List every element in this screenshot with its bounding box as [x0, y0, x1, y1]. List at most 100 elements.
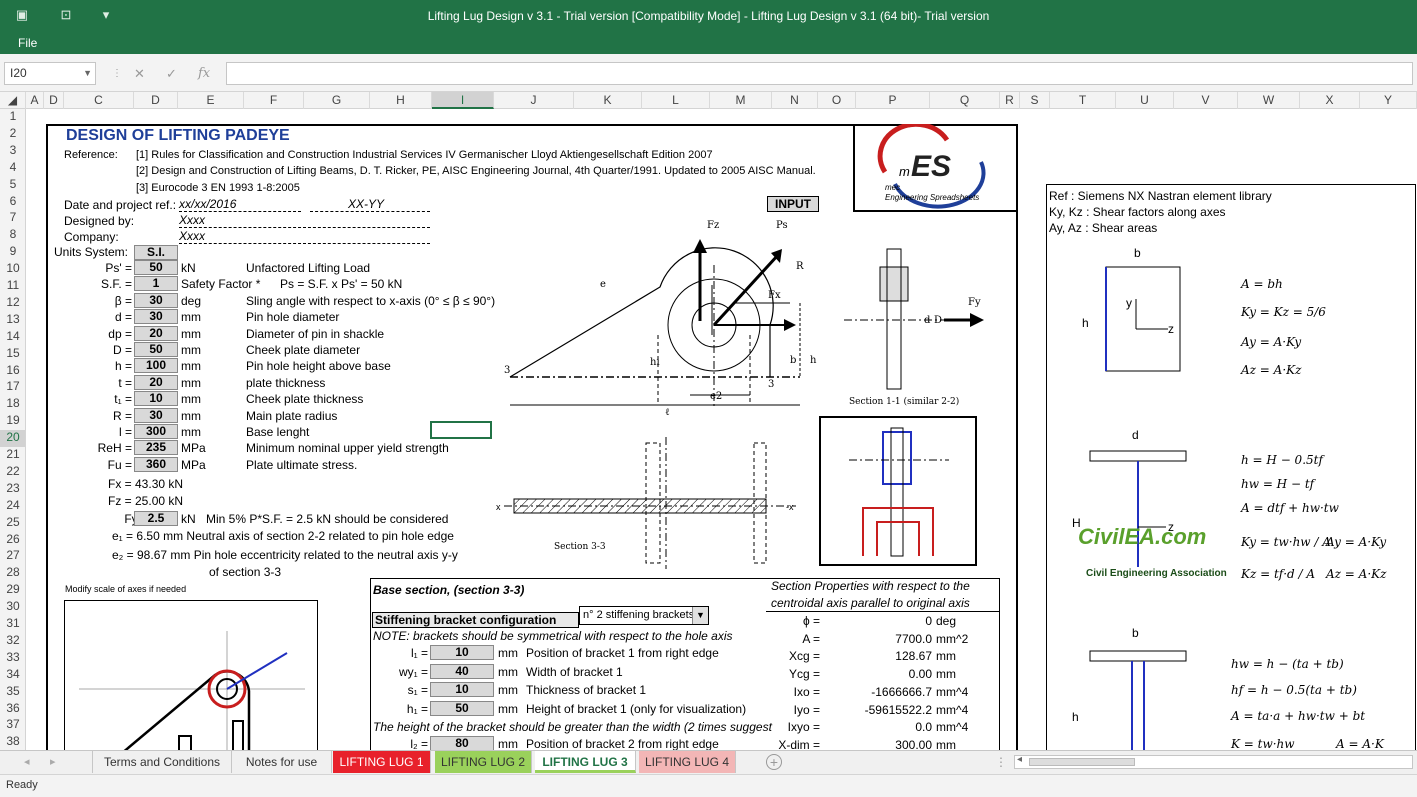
company-value[interactable]: Xxxx: [179, 229, 430, 244]
col-header[interactable]: V: [1174, 92, 1238, 109]
col-header[interactable]: C: [64, 92, 134, 109]
insert-function-icon[interactable]: fx: [198, 66, 210, 81]
active-cell-i20[interactable]: [430, 421, 492, 439]
project-ref-value[interactable]: XX-YY: [310, 197, 430, 212]
col-header[interactable]: S: [1020, 92, 1050, 109]
row-header[interactable]: 35: [0, 684, 25, 701]
param-input[interactable]: 30: [134, 309, 178, 325]
param-input[interactable]: 50: [134, 342, 178, 357]
worksheet-grid[interactable]: m ES mec Engineering Spreadsheets DESIGN…: [26, 109, 1417, 750]
row-header[interactable]: 32: [0, 633, 25, 650]
row-header[interactable]: 16: [0, 363, 25, 380]
col-header[interactable]: X: [1300, 92, 1360, 109]
row-header[interactable]: 4: [0, 160, 25, 177]
col-header[interactable]: Y: [1360, 92, 1417, 109]
row-header[interactable]: 6: [0, 194, 25, 211]
tab-terms[interactable]: Terms and Conditions: [92, 751, 232, 773]
date-value[interactable]: xx/xx/2016: [179, 197, 301, 212]
split-handle-icon[interactable]: ⋮: [995, 755, 1007, 769]
row-header[interactable]: 13: [0, 312, 25, 329]
param-input[interactable]: 20: [134, 374, 178, 390]
col-header[interactable]: P: [856, 92, 930, 109]
row-header[interactable]: 26: [0, 532, 25, 549]
chevron-down-icon[interactable]: ▼: [692, 607, 708, 624]
tab-lifting-lug-4[interactable]: LIFTING LUG 4: [639, 751, 736, 773]
param-input[interactable]: 50: [134, 260, 178, 275]
param-input[interactable]: 20: [134, 325, 178, 341]
confirm-entry-icon[interactable]: ✓: [166, 66, 177, 82]
row-header[interactable]: 17: [0, 379, 25, 396]
col-header[interactable]: U: [1116, 92, 1174, 109]
row-header[interactable]: 8: [0, 227, 25, 244]
horizontal-scrollbar[interactable]: ◂: [1014, 754, 1413, 769]
row-header[interactable]: 9: [0, 244, 25, 261]
formula-input[interactable]: [226, 62, 1413, 85]
row-header[interactable]: 33: [0, 650, 25, 667]
row-header[interactable]: 11: [0, 278, 25, 295]
row-header[interactable]: 34: [0, 667, 25, 684]
col-header[interactable]: E: [178, 92, 244, 109]
col-header[interactable]: Q: [930, 92, 1000, 109]
col-header-selected[interactable]: I: [432, 92, 494, 109]
row-header[interactable]: 15: [0, 346, 25, 363]
stiffening-config-select[interactable]: n° 2 stiffening brackets ▼: [579, 606, 709, 625]
tab-lifting-lug-3[interactable]: LIFTING LUG 3: [535, 751, 636, 773]
row-header[interactable]: 19: [0, 413, 25, 430]
param-input[interactable]: 30: [134, 407, 178, 423]
row-header[interactable]: 14: [0, 329, 25, 346]
units-input[interactable]: S.I.: [134, 245, 178, 260]
col-header[interactable]: H: [370, 92, 432, 109]
col-header[interactable]: A: [26, 92, 44, 109]
row-header[interactable]: 21: [0, 447, 25, 464]
param-input[interactable]: 300: [134, 424, 178, 439]
add-sheet-icon[interactable]: +: [766, 754, 782, 770]
row-header[interactable]: 18: [0, 396, 25, 413]
col-header[interactable]: F: [244, 92, 304, 109]
col-header[interactable]: D: [134, 92, 178, 109]
row-header[interactable]: 2: [0, 126, 25, 143]
row-header[interactable]: 25: [0, 515, 25, 532]
file-tab[interactable]: File: [18, 36, 37, 50]
bracket-input[interactable]: 10: [430, 682, 494, 698]
col-header[interactable]: G: [304, 92, 370, 109]
row-header[interactable]: 23: [0, 481, 25, 498]
col-header[interactable]: T: [1050, 92, 1116, 109]
row-header[interactable]: 3: [0, 143, 25, 160]
chevron-down-icon[interactable]: ▼: [83, 63, 92, 84]
row-header[interactable]: 37: [0, 717, 25, 734]
row-header[interactable]: 24: [0, 498, 25, 515]
row-header[interactable]: 5: [0, 177, 25, 194]
cancel-entry-icon[interactable]: ✕: [134, 66, 145, 82]
row-header[interactable]: 10: [0, 261, 25, 278]
row-header[interactable]: 22: [0, 464, 25, 481]
row-header[interactable]: 31: [0, 616, 25, 633]
fy-input[interactable]: 2.5: [134, 511, 178, 526]
bracket-input[interactable]: 50: [430, 700, 494, 716]
bracket-input[interactable]: 10: [430, 645, 494, 660]
col-header[interactable]: J: [494, 92, 574, 109]
param-input[interactable]: 360: [134, 456, 178, 472]
designed-value[interactable]: Xxxx: [179, 213, 430, 228]
bracket2-input[interactable]: 80: [430, 736, 494, 750]
tab-notes[interactable]: Notes for use: [232, 751, 332, 773]
tab-lifting-lug-1[interactable]: LIFTING LUG 1: [333, 751, 431, 773]
row-header[interactable]: 12: [0, 295, 25, 312]
row-header[interactable]: 38: [0, 734, 25, 750]
param-input[interactable]: 10: [134, 391, 178, 407]
name-box[interactable]: I20 ▼: [4, 62, 96, 85]
col-header[interactable]: K: [574, 92, 642, 109]
scroll-tabs-right-icon[interactable]: ▸: [50, 755, 56, 768]
row-header[interactable]: 30: [0, 599, 25, 616]
row-header[interactable]: 1: [0, 109, 25, 126]
tab-lifting-lug-2[interactable]: LIFTING LUG 2: [435, 751, 532, 773]
row-header[interactable]: 7: [0, 210, 25, 227]
col-header[interactable]: M: [710, 92, 772, 109]
row-header[interactable]: 29: [0, 582, 25, 599]
col-header[interactable]: L: [642, 92, 710, 109]
horizontal-scroll-thumb[interactable]: [1029, 758, 1135, 766]
param-input[interactable]: 30: [134, 292, 178, 308]
col-header[interactable]: N: [772, 92, 818, 109]
scroll-tabs-left-icon[interactable]: ◂: [24, 755, 30, 768]
row-header[interactable]: 36: [0, 701, 25, 718]
param-input[interactable]: 235: [134, 440, 178, 456]
